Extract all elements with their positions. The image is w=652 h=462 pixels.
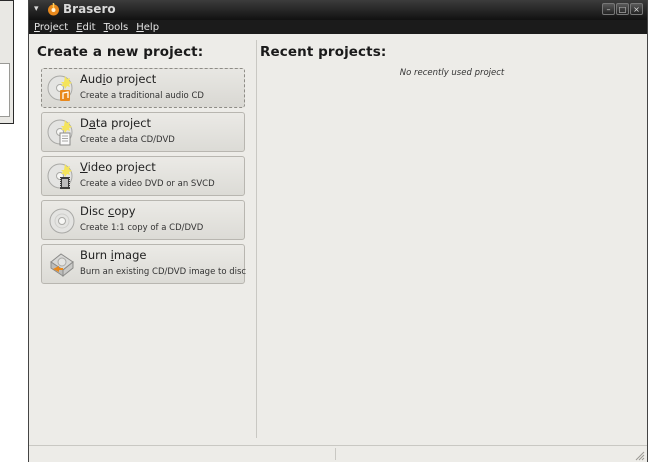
window-menu-icon[interactable]: ▾ [34, 4, 46, 14]
brasero-app-icon [48, 3, 59, 16]
data-disc-icon [47, 119, 73, 146]
new-project-panel: Create a new project: Audio project Crea… [29, 34, 255, 446]
data-project-description: Create a data CD/DVD [80, 135, 175, 145]
disc-copy-icon [49, 208, 75, 234]
menu-project[interactable]: Project [34, 22, 68, 33]
title-bar[interactable]: ▾ Brasero – □ × [29, 0, 647, 20]
menu-bar: Project Edit Tools Help [29, 20, 647, 34]
video-project-button[interactable]: Video project Create a video DVD or an S… [41, 156, 245, 196]
menu-edit[interactable]: Edit [76, 22, 95, 33]
status-bar-separator [335, 448, 336, 460]
resize-grip-icon[interactable] [633, 449, 645, 461]
brasero-window: ▾ Brasero – □ × Project Edit Tools Help … [28, 0, 648, 462]
window-title: Brasero [63, 2, 116, 16]
audio-project-description: Create a traditional audio CD [80, 91, 204, 101]
background-window[interactable] [0, 0, 14, 124]
maximize-icon[interactable]: □ [616, 3, 629, 15]
audio-disc-icon [47, 75, 73, 101]
new-project-heading: Create a new project: [37, 44, 204, 60]
minimize-icon[interactable]: – [602, 3, 615, 15]
disc-copy-label: Disc copy [80, 204, 136, 218]
project-type-list: Audio project Create a traditional audio… [41, 68, 247, 288]
audio-project-label: Audio project [80, 72, 157, 86]
main-content: Create a new project: Audio project Crea… [29, 34, 647, 446]
burn-image-description: Burn an existing CD/DVD image to disc [80, 267, 247, 277]
recent-projects-heading: Recent projects: [260, 44, 387, 60]
disc-copy-button[interactable]: Disc copy Create 1:1 copy of a CD/DVD [41, 200, 245, 240]
audio-project-button[interactable]: Audio project Create a traditional audio… [41, 68, 245, 108]
video-project-description: Create a video DVD or an SVCD [80, 179, 215, 189]
window-controls: – □ × [602, 3, 643, 15]
status-bar [29, 445, 647, 462]
recent-projects-empty-message: No recently used project [399, 68, 505, 78]
burn-image-icon [50, 253, 74, 278]
close-icon[interactable]: × [630, 3, 643, 15]
burn-image-label: Burn image [80, 248, 147, 262]
video-disc-icon [47, 163, 73, 189]
menu-help[interactable]: Help [136, 22, 159, 33]
background-window-panel [0, 63, 10, 117]
recent-projects-panel: Recent projects: No recently used projec… [257, 34, 647, 446]
data-project-button[interactable]: Data project Create a data CD/DVD [41, 112, 245, 152]
disc-copy-description: Create 1:1 copy of a CD/DVD [80, 223, 204, 233]
menu-tools[interactable]: Tools [104, 22, 129, 33]
video-project-label: Video project [80, 160, 156, 174]
burn-image-button[interactable]: Burn image Burn an existing CD/DVD image… [41, 244, 247, 284]
data-project-label: Data project [80, 116, 152, 130]
